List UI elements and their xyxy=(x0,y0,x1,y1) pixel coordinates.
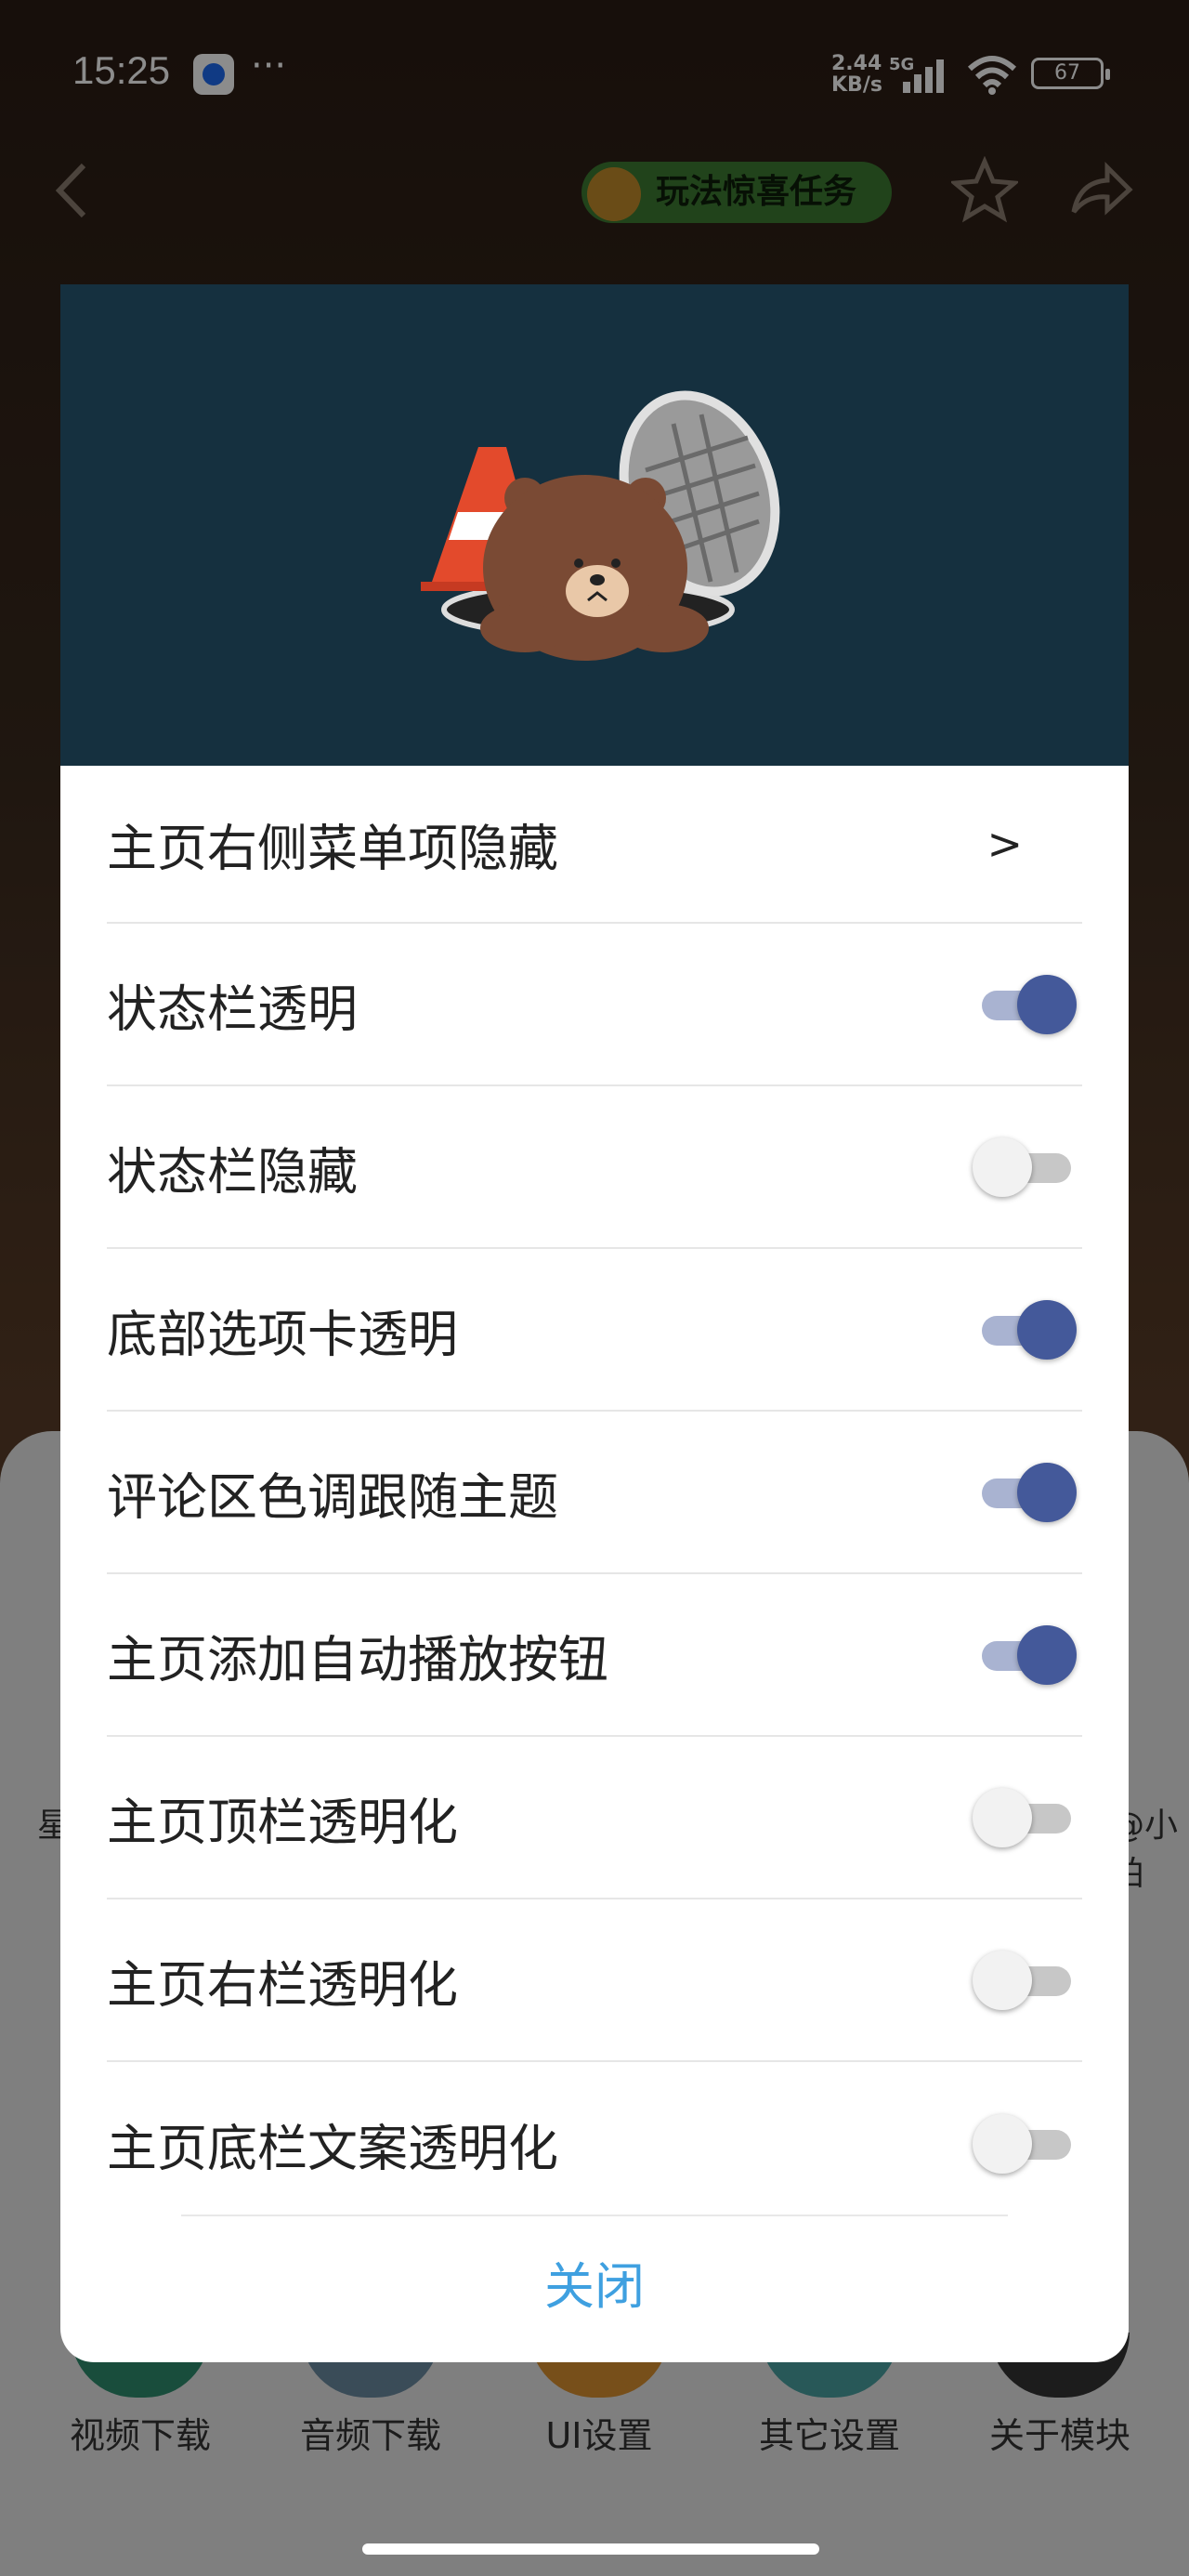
row-statusbar-transparent: 状态栏透明 xyxy=(107,924,1082,1086)
toggle-switch[interactable] xyxy=(973,1135,1073,1200)
row-hide-right-menu[interactable]: 主页右侧菜单项隐藏 > xyxy=(107,766,1082,924)
toggle-switch[interactable] xyxy=(973,2111,1073,2176)
row-label: 状态栏隐藏 xyxy=(107,1142,358,1201)
divider xyxy=(181,2215,1008,2216)
row-label: 主页底栏文案透明化 xyxy=(107,2119,558,2177)
row-bottom-tab-transparent: 底部选项卡透明 xyxy=(107,1249,1082,1412)
row-topbar-transparent: 主页顶栏透明化 xyxy=(107,1737,1082,1899)
chevron-right-icon: > xyxy=(986,819,1023,869)
row-rightbar-transparent: 主页右栏透明化 xyxy=(107,1899,1082,2062)
dialog-banner xyxy=(60,284,1129,766)
row-bottombar-text-transparent: 主页底栏文案透明化 xyxy=(107,2062,1082,2225)
bear-manhole-illustration xyxy=(421,390,780,661)
row-label: 底部选项卡透明 xyxy=(107,1305,458,1363)
toggle-switch[interactable] xyxy=(973,1785,1073,1850)
row-comment-theme: 评论区色调跟随主题 xyxy=(107,1412,1082,1574)
row-label: 主页右侧菜单项隐藏 xyxy=(107,819,558,878)
toggle-switch[interactable] xyxy=(973,1460,1077,1525)
close-button[interactable]: 关闭 xyxy=(60,2217,1129,2357)
toggle-switch[interactable] xyxy=(973,972,1077,1037)
row-label: 评论区色调跟随主题 xyxy=(107,1467,558,1526)
ui-settings-dialog: 主页右侧菜单项隐藏 > 状态栏透明 状态栏隐藏 底部选项卡透明 评论区色调跟随主… xyxy=(60,284,1129,2362)
row-statusbar-hidden: 状态栏隐藏 xyxy=(107,1086,1082,1249)
toggle-switch[interactable] xyxy=(973,1623,1077,1688)
settings-list: 主页右侧菜单项隐藏 > 状态栏透明 状态栏隐藏 底部选项卡透明 评论区色调跟随主… xyxy=(107,766,1082,2225)
home-indicator[interactable] xyxy=(362,2543,819,2555)
row-label: 主页右栏透明化 xyxy=(107,1955,458,2014)
row-label: 主页顶栏透明化 xyxy=(107,1793,458,1851)
toggle-switch[interactable] xyxy=(973,1948,1073,2013)
row-label: 主页添加自动播放按钮 xyxy=(107,1630,608,1689)
row-label: 状态栏透明 xyxy=(107,979,358,1038)
row-autoplay-button: 主页添加自动播放按钮 xyxy=(107,1574,1082,1737)
toggle-switch[interactable] xyxy=(973,1297,1077,1362)
